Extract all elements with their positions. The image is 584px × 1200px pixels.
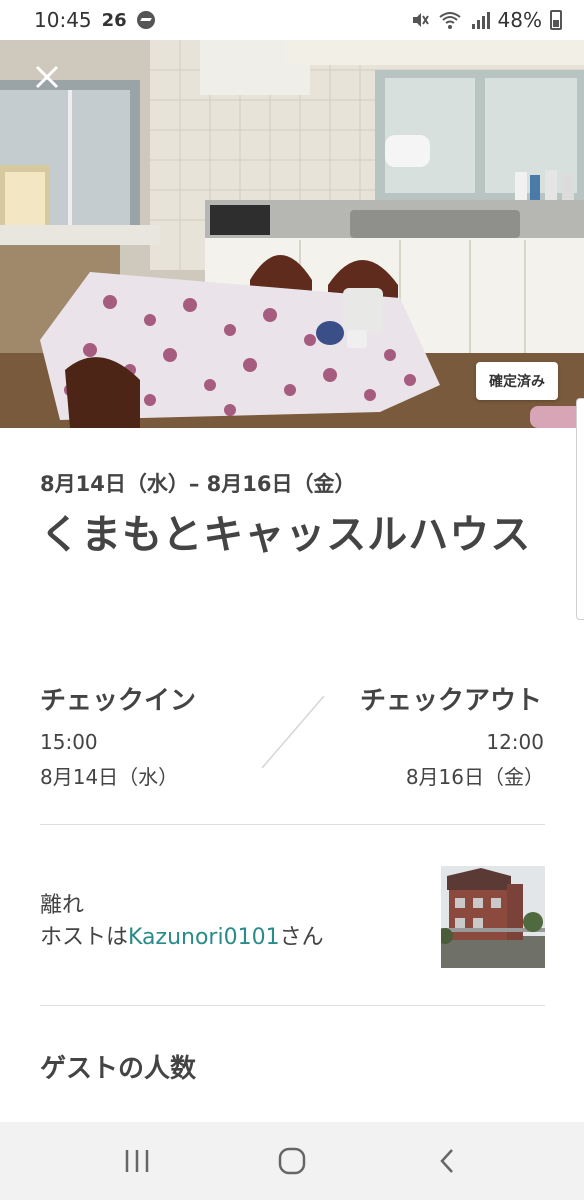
house-photo-illustration bbox=[441, 866, 545, 968]
messenger-icon bbox=[136, 11, 155, 29]
home-icon bbox=[278, 1147, 306, 1175]
signal-icon bbox=[471, 12, 490, 29]
listing-title: くまもとキャッスルハウス bbox=[40, 512, 532, 558]
recent-apps-button[interactable] bbox=[107, 1131, 167, 1191]
trip-dates: 8月14日（水）– 8月16日（金） bbox=[40, 472, 356, 496]
close-icon bbox=[35, 65, 59, 89]
listing-photo: 確定済み bbox=[0, 40, 584, 428]
host-line: ホストはKazunori0101さん bbox=[40, 919, 324, 951]
host-prefix: ホストは bbox=[40, 925, 129, 950]
divider-slash bbox=[261, 695, 325, 769]
scroll-handle[interactable] bbox=[576, 398, 584, 620]
host-suffix: さん bbox=[279, 925, 324, 950]
checkout-label: チェックアウト bbox=[359, 686, 542, 716]
host-listing-thumbnail[interactable] bbox=[441, 866, 545, 968]
guests-section-title: ゲストの人数 bbox=[40, 1054, 197, 1084]
room-type: 離れ bbox=[40, 893, 85, 918]
status-time: 10:45 bbox=[34, 8, 92, 32]
wifi-icon bbox=[438, 12, 461, 29]
back-icon bbox=[439, 1149, 453, 1173]
status-extra: 26 bbox=[101, 9, 127, 31]
section-divider bbox=[40, 1005, 545, 1006]
system-navigation-bar bbox=[0, 1122, 584, 1200]
mute-vibrate-icon bbox=[412, 13, 429, 27]
checkin-label: チェックイン bbox=[40, 686, 197, 716]
checkin-time: 15:00 bbox=[40, 730, 98, 754]
status-bar: 10:45 26 48% bbox=[0, 0, 584, 40]
home-button[interactable] bbox=[262, 1131, 322, 1191]
checkout-date: 8月16日（金） bbox=[405, 765, 544, 789]
battery-percent: 48% bbox=[497, 8, 542, 32]
close-button[interactable] bbox=[34, 64, 76, 106]
battery-icon bbox=[550, 10, 562, 30]
status-badge: 確定済み bbox=[476, 362, 558, 400]
checkin-date: 8月14日（水） bbox=[40, 765, 179, 789]
host-name-link[interactable]: Kazunori0101 bbox=[128, 925, 280, 950]
recent-apps-icon bbox=[126, 1150, 149, 1172]
section-divider bbox=[40, 824, 545, 825]
checkout-time: 12:00 bbox=[486, 730, 544, 754]
back-button[interactable] bbox=[417, 1131, 477, 1191]
